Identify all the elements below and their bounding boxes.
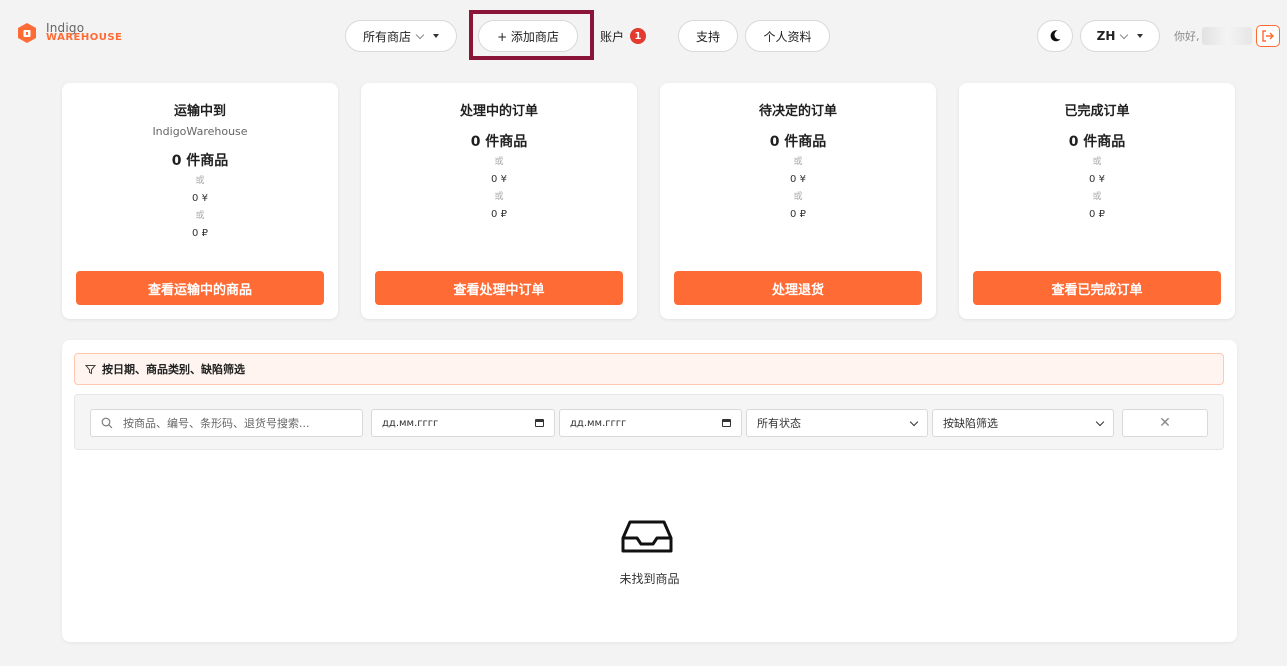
card-value-rmb: 0 ¥ <box>491 174 507 185</box>
add-store-label: + 添加商店 <box>497 29 559 44</box>
card-or-text: 或 <box>1092 157 1102 167</box>
caret-down-icon <box>1137 34 1144 38</box>
date-to-input[interactable]: дд.мм.гггг <box>559 409 742 437</box>
filter-bar: 按商品、编号、条形码、退货号搜索... дд.мм.гггг дд.мм.ггг… <box>74 394 1224 450</box>
filter-toggle[interactable]: 按日期、商品类别、缺陷筛选 <box>74 353 1224 385</box>
card-or-text: 或 <box>793 157 803 167</box>
inbox-icon <box>621 520 673 553</box>
user-name-blurred <box>1201 27 1252 45</box>
chevron-down-icon <box>1095 417 1105 426</box>
card-completed-orders: 已完成订单 0 件商品 或 0 ¥ 或 0 ₽ 查看已完成订单 <box>959 83 1235 319</box>
card-title: 运输中到 <box>173 104 226 119</box>
logout-icon <box>1262 30 1274 42</box>
card-title: 已完成订单 <box>1064 104 1130 119</box>
support-button[interactable]: 支持 <box>678 20 738 52</box>
card-or-text: 或 <box>1092 192 1102 202</box>
card-or-text: 或 <box>195 211 205 221</box>
close-icon: ✕ <box>1159 415 1171 431</box>
language-selector[interactable]: ZH <box>1080 20 1160 52</box>
card-count: 0 件商品 <box>1068 134 1126 150</box>
filter-banner-label: 按日期、商品类别、缺陷筛选 <box>102 363 245 376</box>
date-from-input[interactable]: дд.мм.гггг <box>371 409 555 437</box>
process-returns-button[interactable]: 处理退货 <box>674 271 922 305</box>
account-label: 账户 <box>600 29 625 44</box>
support-label: 支持 <box>695 29 720 44</box>
logo-subname: WAREHOUSE <box>46 32 123 43</box>
card-subtitle: IndigoWarehouse <box>152 125 248 138</box>
chevron-down-icon <box>1120 30 1129 39</box>
date-from-placeholder: дд.мм.гггг <box>382 417 439 429</box>
card-title: 待决定的订单 <box>758 104 837 119</box>
view-completed-button[interactable]: 查看已完成订单 <box>973 271 1221 305</box>
card-value-rub: 0 ₽ <box>192 228 208 239</box>
card-in-transit: 运输中到 IndigoWarehouse 0 件商品 或 0 ¥ 或 0 ₽ 查… <box>62 83 338 319</box>
calendar-icon[interactable] <box>722 419 731 427</box>
logout-button[interactable] <box>1256 25 1280 47</box>
card-or-text: 或 <box>494 192 504 202</box>
profile-button[interactable]: 个人资料 <box>745 20 830 52</box>
empty-state-message: 未找到商品 <box>619 572 680 586</box>
card-value-rub: 0 ₽ <box>1089 209 1105 220</box>
card-value-rmb: 0 ¥ <box>1089 174 1105 185</box>
card-value-rub: 0 ₽ <box>491 209 507 220</box>
status-select[interactable]: 所有状态 <box>746 409 928 437</box>
calendar-icon[interactable] <box>535 419 544 427</box>
store-selector-label: 所有商店 <box>362 29 411 44</box>
defect-select-value: 按缺陷筛选 <box>943 417 998 430</box>
card-count: 0 件商品 <box>769 134 827 150</box>
clear-filters-button[interactable]: ✕ <box>1122 409 1208 437</box>
card-count: 0 件商品 <box>171 153 229 169</box>
caret-down-icon <box>433 34 439 38</box>
card-or-text: 或 <box>494 157 504 167</box>
language-label: ZH <box>1096 29 1116 43</box>
orders-panel: 按日期、商品类别、缺陷筛选 按商品、编号、条形码、退货号搜索... дд.мм.… <box>62 340 1237 642</box>
card-value-rmb: 0 ¥ <box>192 193 208 204</box>
view-processing-button[interactable]: 查看处理中订单 <box>375 271 623 305</box>
card-value-rub: 0 ₽ <box>790 209 806 220</box>
date-to-placeholder: дд.мм.гггг <box>570 417 627 429</box>
top-header: Indigo WAREHOUSE 所有商店 + 添加商店 账户 1 支持 个人资… <box>0 0 1287 66</box>
card-value-rmb: 0 ¥ <box>790 174 806 185</box>
defect-select[interactable]: 按缺陷筛选 <box>932 409 1114 437</box>
card-pending-orders: 待决定的订单 0 件商品 或 0 ¥ 或 0 ₽ 处理退货 <box>660 83 936 319</box>
status-select-value: 所有状态 <box>757 417 801 430</box>
card-or-text: 或 <box>195 176 205 186</box>
card-or-text: 或 <box>793 192 803 202</box>
view-in-transit-button[interactable]: 查看运输中的商品 <box>76 271 324 305</box>
user-greeting: 你好, <box>1174 27 1252 45</box>
search-icon <box>101 417 113 429</box>
search-placeholder: 按商品、编号、条形码、退货号搜索... <box>123 417 310 430</box>
store-selector[interactable]: 所有商店 <box>345 20 457 52</box>
greeting-text: 你好, <box>1174 30 1200 43</box>
chevron-down-icon <box>909 417 919 426</box>
logo-icon <box>18 23 36 43</box>
profile-label: 个人资料 <box>763 29 812 44</box>
add-store-button[interactable]: + 添加商店 <box>478 20 578 52</box>
theme-toggle[interactable] <box>1037 20 1073 52</box>
notification-badge: 1 <box>630 28 647 44</box>
logo[interactable]: Indigo WAREHOUSE <box>16 22 122 44</box>
account-link[interactable]: 账户 1 <box>600 20 647 52</box>
card-processing-orders: 处理中的订单 0 件商品 或 0 ¥ 或 0 ₽ 查看处理中订单 <box>361 83 637 319</box>
chevron-down-icon <box>415 30 425 39</box>
card-count: 0 件商品 <box>470 134 528 150</box>
card-title: 处理中的订单 <box>459 104 538 119</box>
filter-icon <box>85 364 96 374</box>
search-input[interactable]: 按商品、编号、条形码、退货号搜索... <box>90 409 363 437</box>
moon-icon <box>1050 30 1061 42</box>
